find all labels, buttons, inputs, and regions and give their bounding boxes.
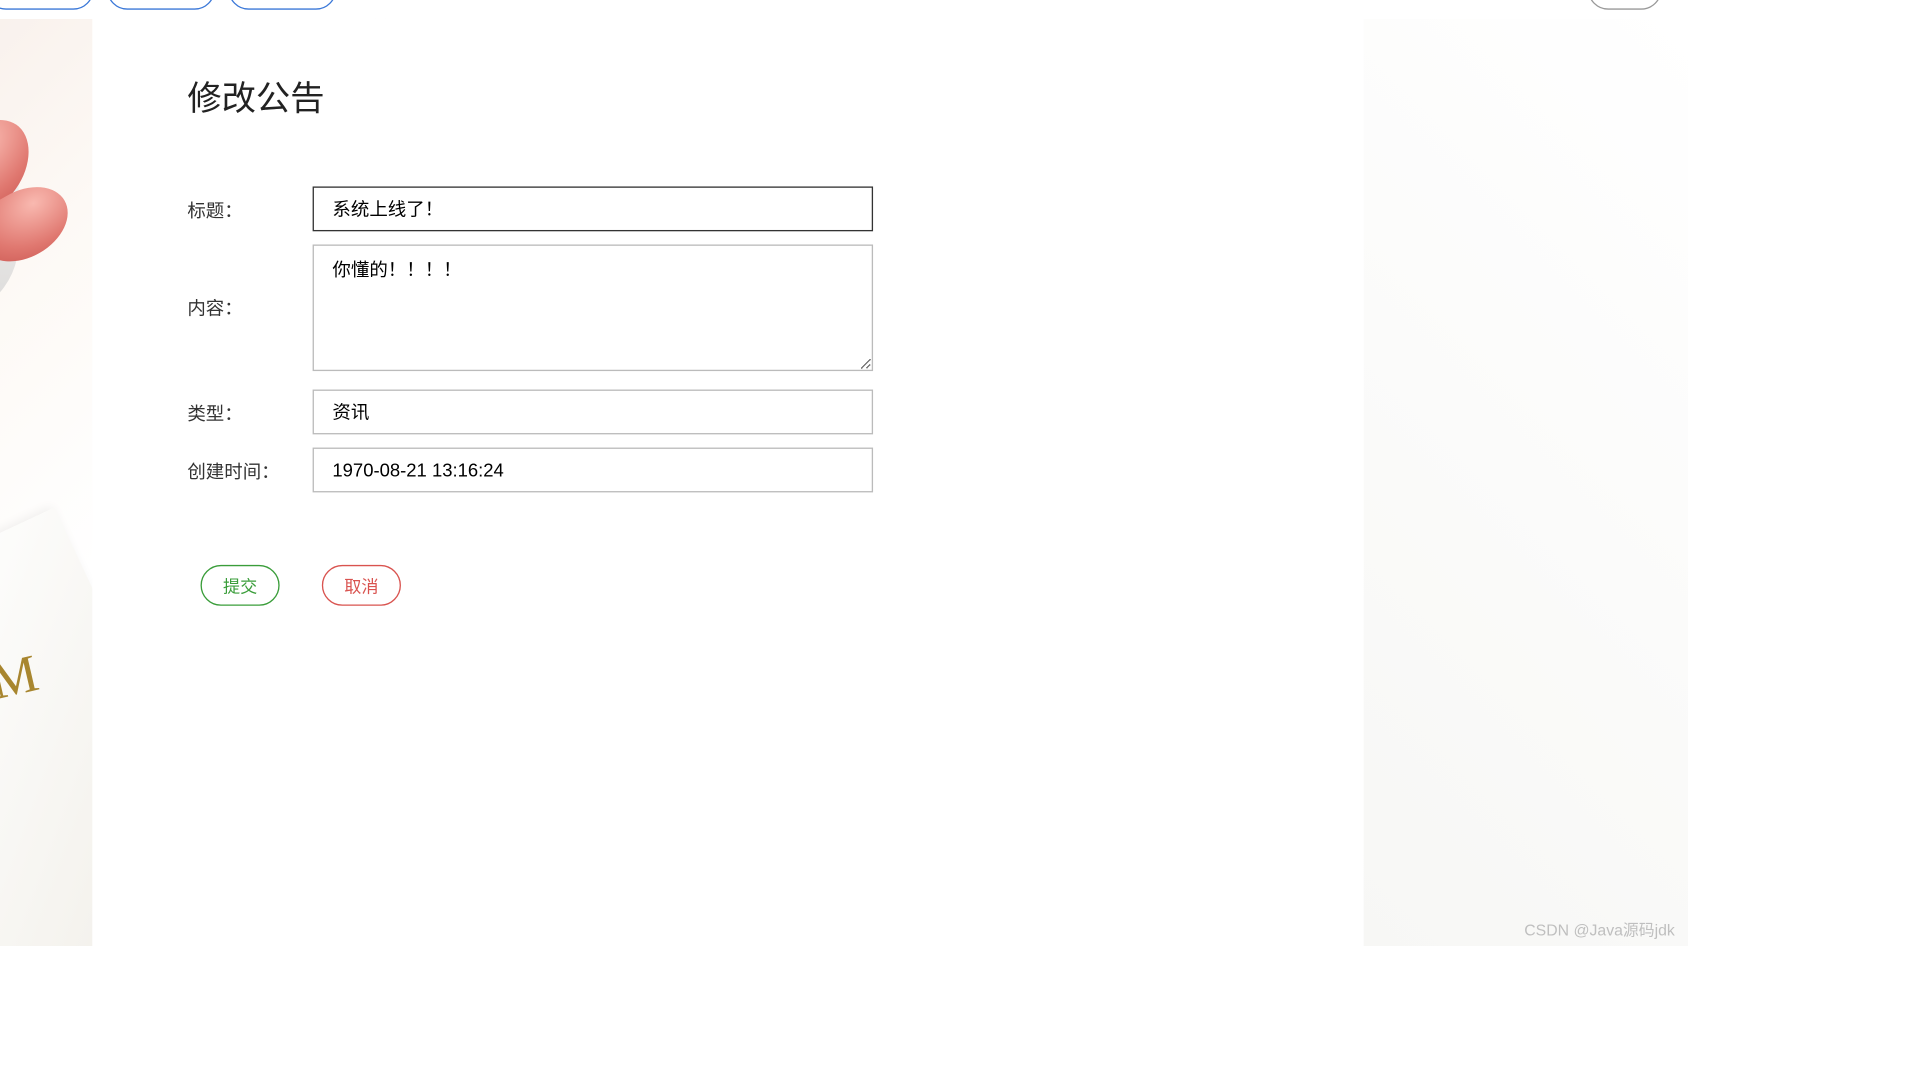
label-content: 内容：: [187, 244, 312, 320]
nav-diary-mgmt[interactable]: 日记管理: [107, 0, 215, 10]
welcome-text: 欢迎：admin: [1441, 0, 1551, 2]
cancel-button[interactable]: 取消: [322, 565, 401, 606]
decorative-right-panel: [1364, 19, 1688, 946]
label-title: 标题：: [187, 186, 312, 223]
label-created: 创建时间：: [187, 448, 312, 485]
type-input[interactable]: [313, 390, 873, 435]
form-panel: 修改公告 标题： 内容： 类型： 创建时间： 提交 取消: [92, 19, 1363, 946]
created-input[interactable]: [313, 448, 873, 493]
footer-attribution: CSDN @Java源码jdk: [1524, 918, 1675, 940]
submit-button[interactable]: 提交: [201, 565, 280, 606]
label-type: 类型：: [187, 390, 312, 427]
decorative-left-image: [0, 19, 92, 946]
page-title: 修改公告: [187, 72, 1268, 121]
page-body: 用户管理 日记管理 公告管理 欢迎：admin 退出 修改公告 标题： 内容： …: [0, 0, 1688, 946]
nav-user-mgmt[interactable]: 用户管理: [0, 0, 94, 10]
logout-button[interactable]: 退出: [1588, 0, 1662, 10]
title-input[interactable]: [313, 186, 873, 231]
app-navbar: 用户管理 日记管理 公告管理 欢迎：admin 退出: [0, 0, 1688, 19]
nav-notice-mgmt[interactable]: 公告管理: [228, 0, 336, 10]
content-textarea[interactable]: [313, 244, 873, 371]
